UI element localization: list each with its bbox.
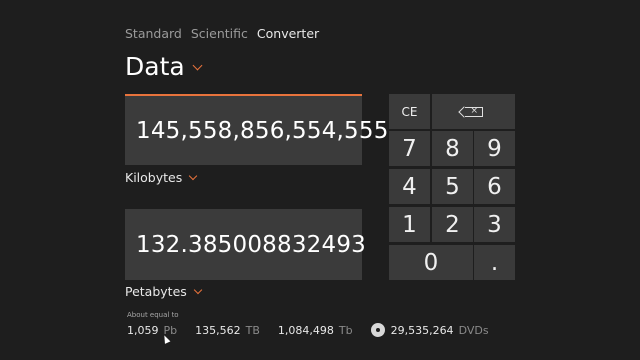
mode-tabs: Standard Scientific Converter [125,26,319,41]
output-unit-dropdown[interactable]: Petabytes [125,284,203,299]
key-decimal[interactable]: . [474,245,515,280]
tab-standard[interactable]: Standard [125,26,182,41]
backspace-icon: × [464,106,483,117]
key-4[interactable]: 4 [389,169,430,204]
key-3[interactable]: 3 [474,207,515,242]
keypad: CE × 7 8 9 4 5 6 1 2 3 0 . [389,94,515,280]
input-value: 145,558,856,554,555 [136,117,389,144]
equivalent-item: 29,535,264 DVDs [370,323,489,337]
clear-entry-button[interactable]: CE [389,94,430,129]
equivalent-value: 29,535,264 [390,323,454,337]
output-value-field[interactable]: 132.385008832493 [125,209,366,280]
output-unit-label: Petabytes [125,284,187,299]
equivalent-value: 1,059 [127,323,159,337]
equivalent-unit: DVDs [458,323,489,337]
about-equal-label: About equal to [127,311,179,319]
input-unit-dropdown[interactable]: Kilobytes [125,170,198,185]
equivalent-item: 1,084,498 Tb [278,324,353,337]
equivalent-unit: TB [245,323,260,337]
equivalent-item: 1,059 Pb [127,324,177,337]
key-7[interactable]: 7 [389,131,430,166]
equivalent-unit: Tb [338,323,353,337]
key-0[interactable]: 0 [389,245,473,280]
chevron-down-icon [188,171,198,181]
key-9[interactable]: 9 [474,131,515,166]
chevron-down-icon [192,60,203,70]
key-5[interactable]: 5 [432,169,473,204]
equivalent-value: 1,084,498 [277,323,334,337]
equivalent-value: 135,562 [195,323,241,337]
chevron-down-icon [193,285,203,295]
output-value: 132.385008832493 [136,231,367,258]
tab-converter[interactable]: Converter [257,26,319,41]
tab-scientific[interactable]: Scientific [191,26,248,41]
category-title: Data [125,52,185,81]
equivalent-item: 135,562 TB [195,324,260,337]
key-6[interactable]: 6 [474,169,515,204]
dvd-icon [370,323,385,337]
category-dropdown[interactable]: Data [125,52,203,81]
input-unit-label: Kilobytes [125,170,183,185]
equivalents-row: 1,059 Pb 135,562 TB 1,084,498 Tb 29,535,… [127,323,507,337]
key-1[interactable]: 1 [389,207,430,242]
backspace-button[interactable]: × [432,94,515,129]
input-value-field[interactable]: 145,558,856,554,555 [125,94,388,165]
key-2[interactable]: 2 [432,207,473,242]
key-8[interactable]: 8 [432,131,473,166]
